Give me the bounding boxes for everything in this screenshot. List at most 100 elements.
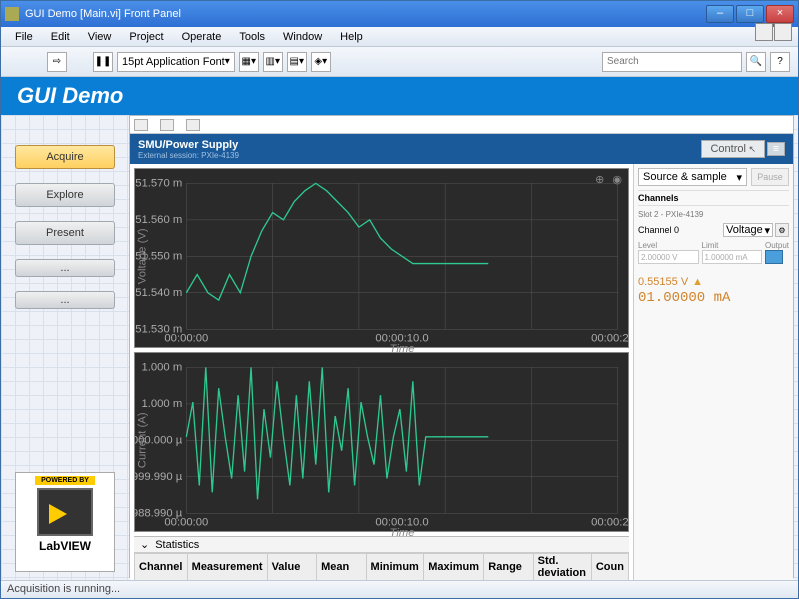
toolbar: ⇨ ❚❚ 15pt Application Font ▾ ▦▾ ▥▾ ▤▾ ◈▾… (1, 47, 798, 77)
tab-icon-1[interactable] (134, 119, 148, 131)
window-title: GUI Demo [Main.vi] Front Panel (25, 8, 181, 20)
instrument-subtitle: External session: PXIe-4139 (138, 151, 239, 160)
control-button[interactable]: Control ↖ (701, 140, 765, 158)
stats-col: Std. deviation (533, 554, 591, 581)
reorder-button[interactable]: ◈▾ (311, 52, 331, 72)
present-button[interactable]: Present (15, 221, 115, 245)
resize-button[interactable]: ▤▾ (287, 52, 307, 72)
status-text: Acquisition is running... (7, 583, 120, 595)
stats-col: Value (267, 554, 316, 581)
pause-button[interactable]: Pause (751, 168, 789, 186)
instrument-menu-button[interactable]: ≡ (767, 142, 785, 156)
limit-input[interactable] (702, 250, 763, 264)
voltage-reading: 0.55155 V▲ (638, 274, 789, 290)
svg-text:00:00:00: 00:00:00 (164, 333, 208, 345)
voltage-plot: ⊕ ◉ 551.530 m551.540 m551.550 m551.560 m… (134, 168, 629, 348)
svg-text:00:00:20.0: 00:00:20.0 (591, 333, 628, 345)
svg-text:551.570 m: 551.570 m (135, 177, 182, 189)
svg-text:1.000 m: 1.000 m (141, 361, 182, 373)
distribute-button[interactable]: ▥▾ (263, 52, 283, 72)
search-input[interactable] (602, 52, 742, 72)
stats-col: Measurement (187, 554, 267, 581)
status-bar: Acquisition is running... (1, 580, 798, 598)
menu-help[interactable]: Help (332, 29, 371, 45)
extra-button-2[interactable]: ... (15, 291, 115, 309)
close-button[interactable]: × (766, 5, 794, 23)
run-button[interactable]: ⇨ (47, 52, 67, 72)
current-plot: 988.990 µ999.990 µ1000.000 µ1.000 m1.000… (134, 352, 629, 532)
stats-col: Mean (317, 554, 366, 581)
menu-operate[interactable]: Operate (174, 29, 230, 45)
instrument-panel: SMU/Power Supply External session: PXIe-… (129, 115, 794, 578)
minimize-button[interactable]: – (706, 5, 734, 23)
current-reading: 01.00000 mA (638, 290, 789, 306)
channels-section-label: Channels (638, 190, 789, 206)
explore-button[interactable]: Explore (15, 183, 115, 207)
vi-icon[interactable] (774, 23, 792, 41)
maximize-button[interactable]: □ (736, 5, 764, 23)
svg-text:Time: Time (390, 527, 415, 538)
slot-label: Slot 2 - PXIe-4139 (638, 210, 789, 219)
svg-text:999.990 µ: 999.990 µ (135, 471, 183, 483)
pause-vi-button[interactable]: ❚❚ (93, 52, 113, 72)
svg-text:551.540 m: 551.540 m (135, 287, 182, 299)
menu-file[interactable]: File (7, 29, 41, 45)
menu-window[interactable]: Window (275, 29, 330, 45)
help-button[interactable]: ? (770, 52, 790, 72)
channel-name: Channel 0 (638, 225, 679, 235)
menu-edit[interactable]: Edit (43, 29, 78, 45)
level-label: Level (638, 241, 699, 250)
app-icon (5, 7, 19, 21)
plot-view-icon[interactable]: ◉ (612, 173, 622, 186)
stats-col: Channel (135, 554, 188, 581)
align-button[interactable]: ▦▾ (239, 52, 259, 72)
channel-settings-button[interactable]: ⚙ (775, 223, 789, 237)
svg-text:Current (A): Current (A) (136, 412, 148, 468)
menu-view[interactable]: View (80, 29, 120, 45)
stats-col: Minimum (366, 554, 424, 581)
labview-icon (37, 488, 93, 536)
menu-tools[interactable]: Tools (231, 29, 273, 45)
tab-icon-2[interactable] (160, 119, 174, 131)
font-selector[interactable]: 15pt Application Font ▾ (117, 52, 235, 72)
right-panel: Source & sample▾ Pause Channels Slot 2 -… (633, 164, 793, 599)
labview-name: LabVIEW (39, 539, 91, 553)
menu-project[interactable]: Project (121, 29, 171, 45)
acquire-button[interactable]: Acquire (15, 145, 115, 169)
content: GUI Demo Acquire Explore Present ... ...… (1, 77, 798, 580)
output-toggle[interactable] (765, 250, 783, 264)
labview-logo: POWERED BY LabVIEW (15, 472, 115, 572)
sidebar: Acquire Explore Present ... ... (15, 145, 115, 309)
stats-label: Statistics (155, 539, 199, 551)
extra-button-1[interactable]: ... (15, 259, 115, 277)
svg-text:Voltage (V): Voltage (V) (136, 228, 148, 284)
level-input[interactable] (638, 250, 699, 264)
menubar: File Edit View Project Operate Tools Win… (1, 27, 798, 47)
svg-text:00:00:00: 00:00:00 (164, 517, 208, 529)
source-sample-select[interactable]: Source & sample▾ (638, 168, 747, 186)
warning-icon: ▲ (692, 276, 703, 288)
limit-label: Limit (702, 241, 763, 250)
plot-tool-icon[interactable]: ⊕ (595, 173, 604, 186)
stats-col: Range (484, 554, 533, 581)
svg-text:1.000 m: 1.000 m (141, 398, 182, 410)
tab-icon-3[interactable] (186, 119, 200, 131)
titlebar: GUI Demo [Main.vi] Front Panel – □ × (1, 1, 798, 27)
banner: GUI Demo (1, 77, 798, 115)
instrument-header: SMU/Power Supply External session: PXIe-… (130, 134, 793, 164)
connector-pane-icon[interactable] (755, 23, 773, 41)
stats-col: Coun (591, 554, 628, 581)
stats-col: Maximum (424, 554, 484, 581)
body: Acquire Explore Present ... ... POWERED … (1, 115, 798, 580)
instrument-title: SMU/Power Supply (138, 139, 239, 151)
powered-by-label: POWERED BY (35, 476, 95, 485)
stats-toggle-icon[interactable]: ⌄ (140, 538, 149, 551)
banner-title: GUI Demo (17, 83, 123, 109)
svg-text:00:00:20.0: 00:00:20.0 (591, 517, 628, 529)
output-label: Output (765, 241, 789, 250)
search-button[interactable]: 🔍 (746, 52, 766, 72)
channel-mode-select[interactable]: Voltage▾ (723, 223, 773, 237)
app-window: GUI Demo [Main.vi] Front Panel – □ × Fil… (0, 0, 799, 599)
svg-text:551.560 m: 551.560 m (135, 214, 182, 226)
instrument-tabs (130, 116, 793, 134)
